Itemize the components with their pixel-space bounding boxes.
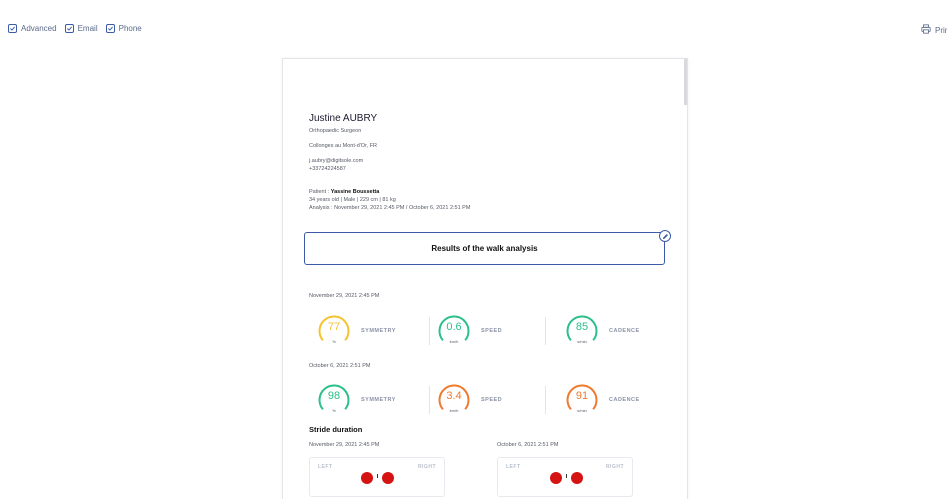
divider: [429, 386, 430, 414]
right-foot-marker: [571, 472, 583, 484]
analysis-dates: Analysis : November 29, 2021 2:45 PM / O…: [309, 205, 471, 211]
analysis-date: November 29, 2021 2:45 PM: [309, 293, 380, 299]
advanced-checkbox[interactable]: Advanced: [8, 24, 57, 33]
cadence-metric: 91 s/min CADENCE: [565, 383, 640, 417]
gauge-unit: %: [332, 339, 336, 344]
results-title-box: Results of the walk analysis: [304, 232, 665, 265]
patient-name: Yassine Boussetta: [330, 189, 380, 195]
metric-label: SYMMETRY: [361, 397, 396, 403]
patient-line: Patient : Yassine Boussetta: [309, 189, 379, 195]
stride-duration-title: Stride duration: [309, 425, 363, 434]
cadence-metric: 85 s/min CADENCE: [565, 314, 640, 348]
analysis-date: October 6, 2021 2:51 PM: [309, 363, 371, 369]
stride-date: November 29, 2021 2:45 PM: [309, 442, 380, 448]
speed-gauge: 3.4 km/h: [437, 383, 471, 417]
gauge-unit: %: [332, 408, 336, 413]
gauge-unit: s/min: [577, 408, 587, 413]
email-label: Email: [77, 24, 98, 33]
divider: [429, 317, 430, 345]
scrollbar[interactable]: [684, 59, 687, 105]
doctor-email: j.aubry@digitsole.com: [309, 158, 364, 164]
print-button[interactable]: Prin: [921, 24, 947, 36]
right-foot-marker: [382, 472, 394, 484]
speed-metric: 3.4 km/h SPEED: [437, 383, 502, 417]
symmetry-gauge: 77 %: [317, 314, 351, 348]
divider: [545, 386, 546, 414]
doctor-location: Collonges au Mont-d'Or, FR: [309, 143, 377, 149]
metric-label: SYMMETRY: [361, 328, 396, 334]
report-page[interactable]: Justine AUBRY Orthopaedic Surgeon Collon…: [282, 58, 688, 499]
gauge-unit: km/h: [449, 408, 459, 413]
gauge-value: 91: [575, 390, 589, 402]
gauge-value: 0.6: [446, 321, 462, 333]
advanced-label: Advanced: [21, 24, 57, 33]
metric-label: CADENCE: [609, 328, 640, 334]
gauge-value: 85: [575, 321, 589, 333]
symmetry-metric: 77 % SYMMETRY: [317, 314, 396, 348]
metric-label: SPEED: [481, 328, 503, 334]
gauge-value: 77: [327, 321, 341, 333]
gauge-unit: km/h: [449, 339, 459, 344]
cadence-gauge: 91 s/min: [565, 383, 599, 417]
symmetry-gauge: 98 %: [317, 383, 351, 417]
right-label: RIGHT: [605, 464, 624, 470]
symmetry-metric: 98 % SYMMETRY: [317, 383, 396, 417]
doctor-name: Justine AUBRY: [309, 113, 378, 124]
stride-card: LEFT RIGHT: [497, 457, 633, 497]
email-checkbox[interactable]: Email: [64, 24, 98, 33]
print-label: Prin: [935, 25, 947, 35]
divider: [545, 317, 546, 345]
checkbox-checked-icon[interactable]: [64, 24, 74, 33]
speed-gauge: 0.6 km/h: [437, 314, 471, 348]
patient-details: 34 years old | Male | 229 cm | 81 kg: [309, 197, 396, 203]
left-label: LEFT: [318, 464, 333, 470]
doctor-title: Orthopaedic Surgeon: [309, 128, 362, 134]
metric-label: SPEED: [481, 397, 503, 403]
gauge-unit: s/min: [577, 339, 587, 344]
center-tick: [566, 474, 567, 478]
patient-prefix: Patient :: [309, 189, 331, 195]
printer-icon: [921, 24, 931, 36]
left-foot-marker: [550, 472, 562, 484]
metric-label: CADENCE: [609, 397, 640, 403]
left-label: LEFT: [506, 464, 521, 470]
results-title: Results of the walk analysis: [431, 244, 538, 253]
center-tick: [377, 474, 378, 478]
edit-title-button[interactable]: [659, 230, 671, 242]
checkbox-checked-icon[interactable]: [8, 24, 17, 33]
speed-metric: 0.6 km/h SPEED: [437, 314, 502, 348]
cadence-gauge: 85 s/min: [565, 314, 599, 348]
left-foot-marker: [361, 472, 373, 484]
gauge-value: 3.4: [446, 390, 462, 402]
right-label: RIGHT: [417, 464, 436, 470]
checkbox-checked-icon[interactable]: [105, 24, 115, 33]
pencil-icon: [662, 227, 669, 245]
stride-date: October 6, 2021 2:51 PM: [497, 442, 559, 448]
doctor-phone: +33724224587: [309, 166, 346, 172]
phone-checkbox[interactable]: Phone: [105, 24, 142, 33]
phone-label: Phone: [118, 24, 142, 33]
gauge-value: 98: [327, 390, 341, 402]
stride-card: LEFT RIGHT: [309, 457, 445, 497]
report-options-toolbar: Advanced Email Phone: [8, 24, 142, 33]
